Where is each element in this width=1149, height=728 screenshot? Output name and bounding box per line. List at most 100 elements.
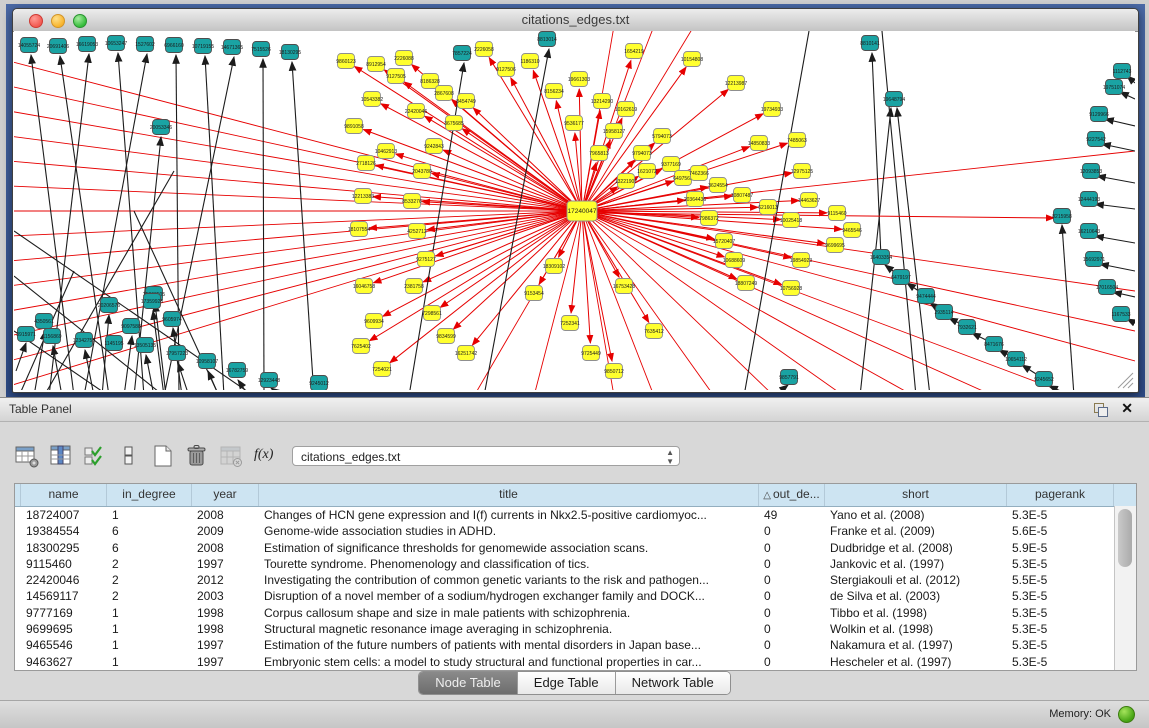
table-row[interactable]: 977716911998Corpus callosum shape and si… <box>15 605 1136 621</box>
graph-node-label: 8215958 <box>1052 214 1072 220</box>
graph-node-label: 22420046 <box>405 109 427 115</box>
window-titlebar[interactable]: citations_edges.txt <box>13 9 1138 32</box>
table-cell: 0 <box>759 540 825 556</box>
selector-stepper-icon[interactable]: ▲▼ <box>666 448 674 466</box>
graph-node-label: 8912954 <box>366 62 386 68</box>
table-row[interactable]: 946554611997Estimation of the future num… <box>15 637 1136 653</box>
table-cell: 2003 <box>192 588 259 604</box>
table-cell: 1 <box>107 605 192 621</box>
graph-node-label: 7462366 <box>689 171 709 177</box>
graph-node-label: 19751074 <box>1103 85 1125 91</box>
graph-node-label: 14055724 <box>18 43 40 49</box>
graph-edge <box>14 61 582 211</box>
graph-node-label: 1186310 <box>520 59 539 65</box>
row-height-icon[interactable] <box>116 443 142 469</box>
graph-node-label: 18107554 <box>348 227 370 233</box>
table-row[interactable]: 1456911722003Disruption of a novel membe… <box>15 588 1136 604</box>
graph-edge <box>14 211 582 261</box>
memory-status-icon[interactable] <box>1118 706 1135 723</box>
graph-node-label: 10807487 <box>731 193 753 199</box>
table-cell: 1 <box>107 507 192 523</box>
graph-node-label: 8454749 <box>456 99 476 105</box>
delete-table-icon[interactable] <box>218 443 244 469</box>
status-bar: Memory: OK <box>0 700 1149 728</box>
window-title: citations_edges.txt <box>13 12 1138 27</box>
graph-node-label: 14671365 <box>221 45 243 51</box>
graph-node-label: 9860123 <box>336 59 356 65</box>
table-row[interactable]: 1938455462009Genome-wide association stu… <box>15 523 1136 539</box>
table-cell: Genome-wide association studies in ADHD. <box>259 523 759 539</box>
graph-node-label: 9129966 <box>1089 112 1109 118</box>
table-cell: 9699695 <box>21 621 107 637</box>
table-header-row: namein_degreeyeartitle△out_de...shortpag… <box>15 484 1136 507</box>
graph-node-label: 20691406 <box>47 44 69 50</box>
graph-edge <box>1100 264 1135 271</box>
graph-edge <box>462 129 582 211</box>
table-cell: 18300295 <box>21 540 107 556</box>
graph-edge <box>14 211 582 236</box>
table-cell: 49 <box>759 507 825 523</box>
table-cell: 5.3E-5 <box>1007 654 1114 670</box>
graph-node-label: 2381758 <box>404 284 424 290</box>
graph-edge <box>774 385 788 390</box>
column-header-year[interactable]: year <box>192 484 259 506</box>
table-cell: Franke et al. (2009) <box>825 523 1007 539</box>
column-header-short[interactable]: short <box>825 484 1007 506</box>
column-header-out_degree[interactable]: △out_de... <box>759 484 825 506</box>
column-header-name[interactable]: name <box>21 484 107 506</box>
table-row[interactable]: 1872400712008Changes of HCN gene express… <box>15 507 1136 523</box>
tab-network-table[interactable]: Network Table <box>616 672 730 694</box>
scrollbar-thumb[interactable] <box>1118 509 1132 567</box>
table-cell: 5.6E-5 <box>1007 523 1114 539</box>
graph-node-label: 16251742 <box>455 351 477 357</box>
graph-node-label: 1112743 <box>1113 69 1132 75</box>
show-column-icon[interactable] <box>48 443 74 469</box>
close-panel-icon[interactable]: ✕ <box>1121 400 1133 417</box>
function-builder-icon[interactable]: f(x) <box>254 447 273 463</box>
table-row[interactable]: 1830029562008Estimation of significance … <box>15 540 1136 556</box>
network-canvas[interactable]: 1724004714055724206914061661905310653247… <box>14 31 1135 390</box>
table-row[interactable]: 946362711997Embryonic stem cells: a mode… <box>15 654 1136 670</box>
column-header-pagerank[interactable]: pagerank <box>1007 484 1114 506</box>
tab-node-table[interactable]: Node Table <box>419 672 518 694</box>
graph-node-label: 4252712 <box>407 229 427 235</box>
graph-node-label: 1167533 <box>1111 312 1130 318</box>
table-cell: Corpus callosum shape and size in male p… <box>259 605 759 621</box>
graph-edge <box>14 211 582 361</box>
table-cell: 5.9E-5 <box>1007 540 1114 556</box>
table-row[interactable]: 911546021997Tourette syndrome. Phenomeno… <box>15 556 1136 572</box>
select-columns-icon[interactable] <box>82 443 108 469</box>
table-selector[interactable]: citations_edges.txt ▲▼ <box>292 446 680 466</box>
network-window[interactable]: citations_edges.txt 17240047140557242069… <box>12 8 1139 393</box>
column-header-title[interactable]: title <box>259 484 759 506</box>
column-header-in_degree[interactable]: in_degree <box>107 484 192 506</box>
create-table-icon[interactable] <box>150 443 176 469</box>
table-scrollbar[interactable] <box>1114 506 1136 670</box>
table-cell: de Silva et al. (2003) <box>825 588 1007 604</box>
table-row[interactable]: 2242004622012Investigating the contribut… <box>15 572 1136 588</box>
graph-node-label: 1145195 <box>104 341 123 347</box>
table-cell: 1997 <box>192 637 259 653</box>
graph-node-label: 9850712 <box>604 369 624 375</box>
graph-node-label: 9857791 <box>779 375 799 381</box>
graph-node-label: 16753428 <box>613 284 635 290</box>
tab-edge-table[interactable]: Edge Table <box>518 672 616 694</box>
table-row[interactable]: 969969511998Structural magnetic resonanc… <box>15 621 1136 637</box>
graph-edge <box>292 62 314 390</box>
table-cell: 5.5E-5 <box>1007 572 1114 588</box>
table-cell: 1 <box>107 637 192 653</box>
graph-edge <box>14 211 582 336</box>
resize-grip-icon[interactable] <box>1118 373 1133 388</box>
table-mode-icon[interactable] <box>14 443 40 469</box>
graph-node-label: 18309102 <box>543 264 565 270</box>
graph-node-label: 8533276 <box>402 199 422 205</box>
graph-edge <box>370 211 582 341</box>
table-cell: 14569117 <box>21 588 107 604</box>
float-panel-icon[interactable] <box>1094 403 1107 416</box>
graph-node-label: 10654112 <box>1005 357 1027 363</box>
table-panel-title: Table Panel <box>9 402 72 416</box>
graph-node-label: 15958127 <box>603 129 625 135</box>
graph-node-label: 16782759 <box>226 368 248 374</box>
delete-rows-icon[interactable] <box>184 443 210 469</box>
table-cell: 5.3E-5 <box>1007 621 1114 637</box>
